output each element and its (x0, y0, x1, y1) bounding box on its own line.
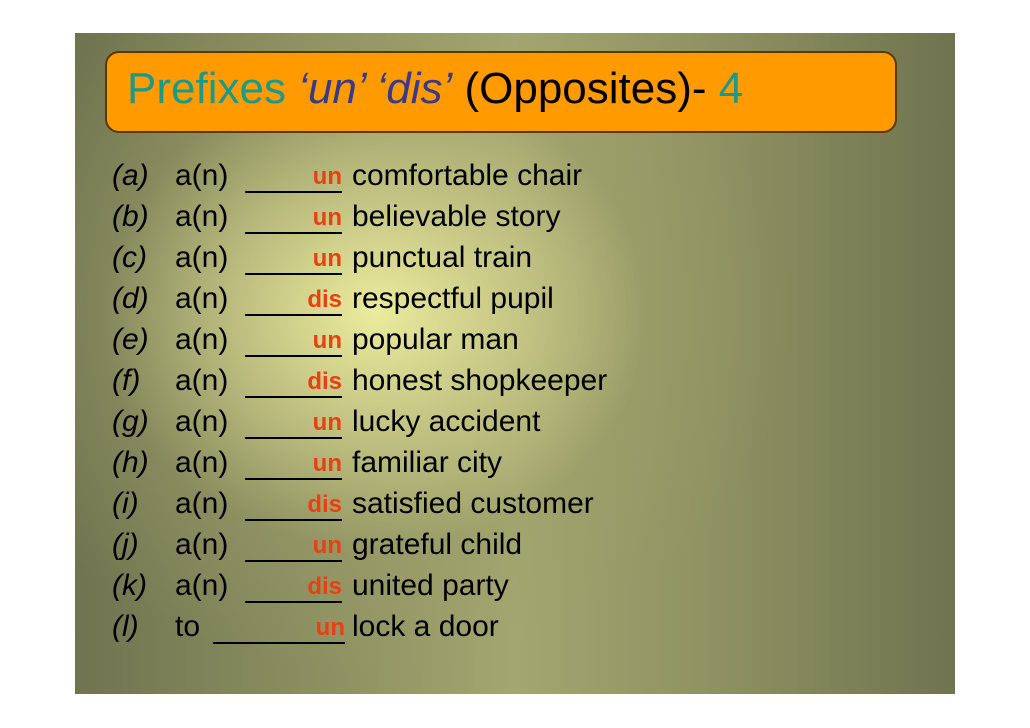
item-phrase: popular man (352, 323, 519, 356)
answer-blank[interactable]: un (245, 155, 342, 193)
item-phrase: united party (352, 569, 509, 602)
item-label: (g) (112, 405, 149, 438)
item-label: (k) (112, 569, 147, 602)
answer-prefix: un (312, 163, 342, 190)
item-phrase: believable story (352, 200, 561, 233)
answer-blank[interactable]: un (245, 442, 342, 480)
answer-blank[interactable]: un (245, 401, 342, 439)
item-article: a(n) (175, 487, 229, 520)
answer-blank[interactable]: dis (245, 483, 342, 521)
item-label: (l) (112, 610, 139, 643)
item-article: a(n) (175, 323, 229, 356)
answer-prefix: dis (307, 491, 342, 518)
item-phrase: lock a door (352, 610, 499, 643)
item-label: (f) (112, 364, 141, 397)
answer-prefix: un (315, 614, 345, 641)
answer-prefix: un (312, 245, 342, 272)
answer-blank[interactable]: un (213, 606, 345, 644)
slide: Prefixes ‘un’ ‘dis’ (Opposites)- 4 (a) a(… (75, 33, 955, 694)
item-article: a(n) (175, 528, 229, 561)
slide-title: Prefixes ‘un’ ‘dis’ (Opposites)- 4 (127, 61, 743, 117)
answer-prefix: un (312, 532, 342, 559)
item-article: a(n) (175, 364, 229, 397)
item-article: a(n) (175, 159, 229, 192)
item-article: a(n) (175, 282, 229, 315)
item-article: a(n) (175, 200, 229, 233)
answer-blank[interactable]: un (245, 524, 342, 562)
item-label: (d) (112, 282, 149, 315)
item-article: to (175, 610, 201, 643)
item-phrase: lucky accident (352, 405, 541, 438)
answer-prefix: dis (307, 573, 342, 600)
item-label: (e) (112, 323, 149, 356)
item-article: a(n) (175, 446, 229, 479)
title-number: 4 (718, 64, 744, 113)
answer-prefix: un (312, 204, 342, 231)
item-article: a(n) (175, 405, 229, 438)
answer-prefix: dis (307, 368, 342, 395)
item-label: (j) (112, 528, 139, 561)
item-label: (c) (112, 241, 147, 274)
item-label: (a) (112, 159, 149, 192)
answer-blank[interactable]: un (245, 319, 342, 357)
answer-prefix: dis (307, 286, 342, 313)
answer-blank[interactable]: dis (245, 565, 342, 603)
item-article: a(n) (175, 241, 229, 274)
item-label: (b) (112, 200, 149, 233)
title-un-dis: ‘un’ ‘dis’ (298, 64, 453, 113)
title-prefixes: Prefixes (127, 64, 299, 113)
item-article: a(n) (175, 569, 229, 602)
answer-prefix: un (312, 409, 342, 436)
item-label: (i) (112, 487, 139, 520)
title-box: Prefixes ‘un’ ‘dis’ (Opposites)- 4 (105, 51, 897, 133)
answer-blank[interactable]: dis (245, 360, 342, 398)
answer-blank[interactable]: un (245, 237, 342, 275)
item-phrase: punctual train (352, 241, 533, 274)
item-phrase: comfortable chair (352, 159, 583, 192)
title-opposites: (Opposites)- (452, 64, 719, 113)
item-phrase: familiar city (352, 446, 503, 479)
item-label: (h) (112, 446, 149, 479)
item-phrase: honest shopkeeper (352, 364, 608, 397)
answer-blank[interactable]: un (245, 196, 342, 234)
item-phrase: satisfied customer (352, 487, 594, 520)
answer-blank[interactable]: dis (245, 278, 342, 316)
item-phrase: grateful child (352, 528, 523, 561)
answer-prefix: un (312, 450, 342, 477)
answer-prefix: un (312, 327, 342, 354)
item-phrase: respectful pupil (352, 282, 554, 315)
